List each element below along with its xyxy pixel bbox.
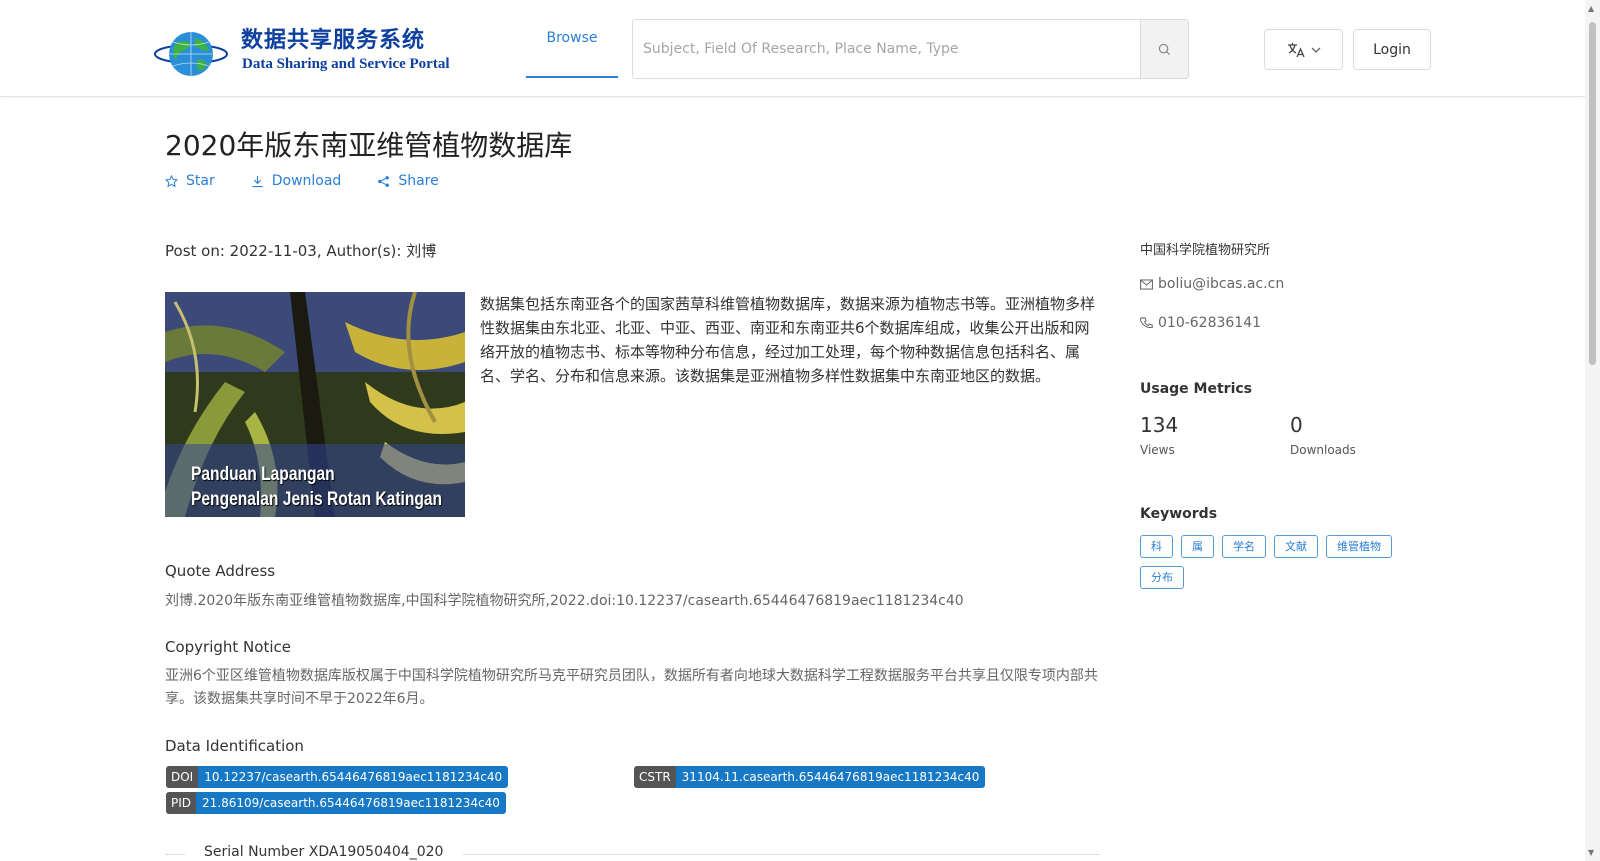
usage-metrics-heading: Usage Metrics: [1140, 381, 1252, 397]
downloads-label: Downloads: [1290, 443, 1356, 457]
serial-number: Serial Number XDA19050404_020: [204, 844, 444, 860]
contact-email[interactable]: boliu@ibcas.ac.cn: [1140, 276, 1284, 292]
dataset-description: 数据集包括东南亚各个的国家茜草科维管植物数据库，数据来源为植物志书等。亚洲植物多…: [480, 295, 1096, 385]
language-switcher[interactable]: [1264, 29, 1343, 70]
page-title: 2020年版东南亚维管植物数据库: [165, 129, 573, 162]
star-icon: [165, 174, 178, 187]
quote-heading: Quote Address: [165, 562, 276, 580]
scroll-down-arrow-icon[interactable]: ▼: [1588, 848, 1594, 857]
logo-title-cn: 数据共享服务系统: [241, 27, 426, 53]
site-logo[interactable]: 数据共享服务系统 Data Sharing and Service Portal: [153, 18, 450, 80]
login-button[interactable]: Login: [1353, 29, 1431, 70]
pid-badge[interactable]: PID 21.86109/casearth.65446476819aec1181…: [166, 792, 506, 814]
cstr-badge[interactable]: CSTR 31104.11.casearth.65446476819aec118…: [634, 766, 986, 788]
logo-title-en: Data Sharing and Service Portal: [242, 56, 450, 72]
cstr-value: 31104.11.casearth.65446476819aec1181234c…: [675, 766, 986, 788]
share-button[interactable]: Share: [377, 173, 439, 189]
email-text: boliu@ibcas.ac.cn: [1158, 276, 1285, 292]
doi-key: DOI: [166, 766, 199, 788]
doi-value: 10.12237/casearth.65446476819aec1181234c…: [198, 766, 509, 788]
share-label: Share: [398, 173, 439, 189]
download-label: Download: [271, 173, 342, 189]
chevron-down-icon: [1311, 47, 1320, 53]
star-button[interactable]: Star: [165, 173, 215, 189]
scroll-up-arrow-icon[interactable]: ▲: [1588, 4, 1594, 13]
serial-number-divider: Serial Number XDA19050404_020: [165, 844, 1100, 861]
quote-text: 刘博.2020年版东南亚维管植物数据库,中国科学院植物研究所,2022.doi:…: [165, 593, 964, 609]
copyright-heading: Copyright Notice: [165, 638, 291, 656]
download-icon: [252, 175, 263, 187]
cstr-key: CSTR: [634, 766, 676, 788]
views-count: 134: [1140, 413, 1179, 437]
share-icon: [378, 175, 390, 187]
identification-heading: Data Identification: [165, 737, 304, 755]
downloads-count: 0: [1290, 413, 1303, 437]
globe-logo-icon: [154, 32, 228, 76]
dataset-cover-image: Panduan Lapangan Pengenalan Jenis Rotan …: [165, 292, 465, 517]
top-navbar: 数据共享服务系统 Data Sharing and Service Portal…: [0, 0, 1585, 97]
keyword-tag[interactable]: 文献: [1274, 535, 1318, 558]
search-icon: [1158, 43, 1171, 55]
phone-text: 010-62836141: [1158, 315, 1262, 331]
keyword-tag[interactable]: 属: [1181, 535, 1214, 558]
scroll-thumb[interactable]: [1589, 22, 1596, 365]
keyword-tags: 科 属 学名 文献 维管植物 分布: [1140, 535, 1430, 589]
cover-title-line1: Panduan Lapangan: [191, 464, 335, 485]
pid-key: PID: [166, 792, 197, 814]
divider-line-left: [165, 854, 185, 855]
keywords-heading: Keywords: [1140, 506, 1218, 522]
dataset-actions: Star Download Share: [165, 173, 439, 189]
doi-badge[interactable]: DOI 10.12237/casearth.65446476819aec1181…: [166, 766, 509, 788]
search-bar: [632, 19, 1189, 79]
divider-line-right: [463, 854, 1100, 855]
page-scrollbar[interactable]: ▲ ▼: [1585, 0, 1600, 861]
search-input[interactable]: [633, 20, 1140, 78]
post-info: Post on: 2022-11-03, Author(s): 刘博: [165, 242, 437, 260]
copyright-text: 亚洲6个亚区维管植物数据库版权属于中国科学院植物研究所马克平研究员团队，数据所有…: [165, 668, 1098, 707]
phone-icon: [1140, 316, 1153, 328]
download-button[interactable]: Download: [251, 173, 342, 189]
views-label: Views: [1140, 443, 1175, 457]
pid-value: 21.86109/casearth.65446476819aec1181234c…: [196, 792, 506, 814]
search-button[interactable]: [1140, 20, 1188, 78]
star-label: Star: [186, 173, 215, 189]
contact-phone[interactable]: 010-62836141: [1140, 315, 1261, 331]
mail-icon: [1140, 278, 1153, 290]
organization-name: 中国科学院植物研究所: [1140, 243, 1271, 258]
keyword-tag[interactable]: 维管植物: [1326, 535, 1392, 558]
keyword-tag[interactable]: 学名: [1222, 535, 1266, 558]
translate-icon: [1287, 42, 1305, 57]
keyword-tag[interactable]: 科: [1140, 535, 1173, 558]
keyword-tag[interactable]: 分布: [1140, 566, 1184, 589]
cover-title-line2: Pengenalan Jenis Rotan Katingan: [191, 489, 443, 510]
nav-browse[interactable]: Browse: [526, 0, 618, 78]
